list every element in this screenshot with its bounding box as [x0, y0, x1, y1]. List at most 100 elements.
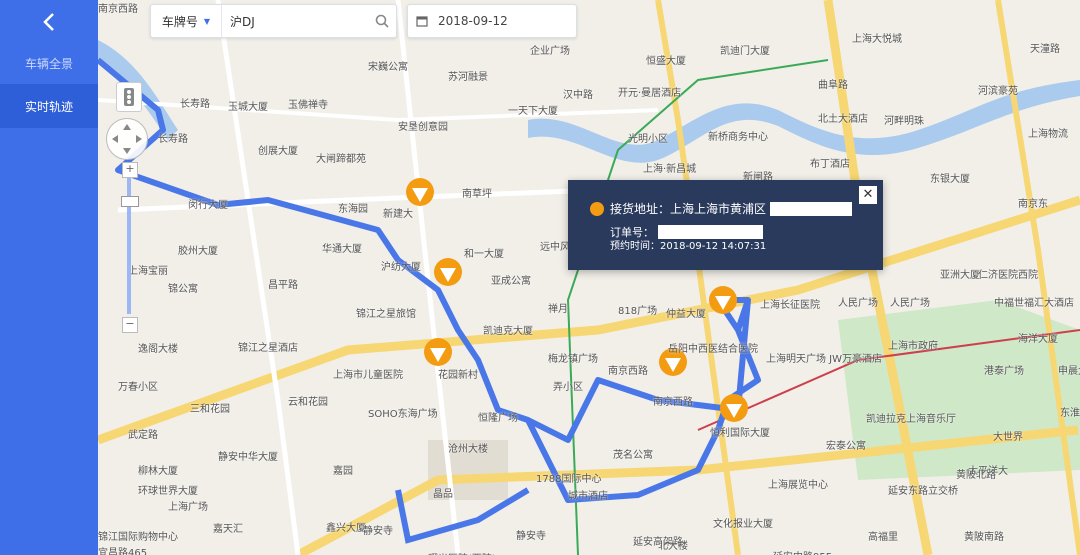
map-poi-label: 嘉天汇	[213, 524, 243, 535]
delivery-marker[interactable]	[406, 178, 434, 206]
map-poi-label: 大世界	[993, 432, 1023, 443]
map-poi-label: 恒隆广场	[478, 413, 518, 424]
map-poi-label: 曲阜路	[818, 80, 848, 91]
map-poi-label: 亚洲大厦	[940, 270, 980, 281]
map-poi-label: 新桥商务中心	[708, 132, 768, 143]
map-poi-label: 远中风	[540, 242, 570, 253]
map-poi-label: 凯迪拉克上海音乐厅	[866, 414, 956, 425]
nav-item-realtime-track[interactable]: 实时轨迹	[0, 84, 98, 128]
date-value: 2018-09-12	[438, 14, 508, 28]
map-poi-label: 上海大悦城	[852, 34, 902, 45]
map-poi-label: 南京西路	[608, 366, 648, 377]
map-poi-label: 新建大	[383, 209, 413, 220]
map-poi-label: 东银大厦	[930, 174, 970, 185]
map-poi-label: 静安寺	[516, 531, 546, 542]
map-poi-label: 晶品	[433, 489, 453, 500]
map-poi-label: 宜昌路465	[98, 548, 148, 555]
map-poi-label: 花园新村	[438, 370, 478, 381]
delivery-marker[interactable]	[434, 258, 462, 286]
nav-item-label: 实时轨迹	[24, 99, 73, 114]
pickup-address-row: 接货地址：上海上海市黄浦区	[590, 200, 853, 217]
zoom-out-button[interactable]: −	[122, 317, 138, 333]
map-poi-label: 茂名公寓	[613, 450, 653, 461]
appointment-time-row: 预约时间：2018-09-12 14:07:31	[610, 237, 766, 252]
map-poi-label: 人民广场	[890, 298, 930, 309]
map-poi-label: 三和花园	[190, 404, 230, 415]
map-poi-label: 高福里	[868, 532, 898, 543]
map-poi-label: 静安中华大厦	[218, 452, 278, 463]
map-poi-label: 嘉园	[333, 466, 353, 477]
map-poi-label: 延安东路立交桥	[888, 486, 958, 497]
map-poi-label: 黄陂南路	[964, 532, 1004, 543]
sidebar: 车辆全景 实时轨迹	[0, 0, 98, 555]
map-poi-label: 弄小区	[553, 382, 583, 393]
traffic-light-icon	[124, 88, 134, 106]
pan-control[interactable]	[106, 118, 148, 160]
map-poi-label: 长寿路	[180, 99, 210, 110]
order-info-popup: ✕ 接货地址：上海上海市黄浦区 订单号： 预约时间：2018-09-12 14:…	[568, 180, 883, 270]
map-poi-label: 人民广场	[838, 298, 878, 309]
map-poi-label: 延安中路955	[773, 548, 832, 555]
zoom-control: + −	[121, 162, 139, 333]
map-poi-label: 凯迪克大厦	[483, 326, 533, 337]
date-picker[interactable]: 2018-09-12	[407, 4, 577, 38]
map-poi-label: 818广场	[618, 306, 658, 317]
map-poi-label: 上海市政府	[888, 341, 938, 352]
map-poi-label: 玉城大厦	[228, 102, 268, 113]
map-poi-label: 仁济医院西院	[978, 270, 1038, 281]
map-poi-label: SOHO东海广场	[368, 409, 438, 420]
map-poi-label: 港泰广场	[984, 366, 1024, 377]
map-poi-label: 宋巍公寓	[368, 62, 408, 73]
map-poi-label: 海洋大厦	[1018, 334, 1058, 345]
redacted-block	[770, 201, 853, 216]
map-poi-label: 长寿路	[158, 134, 188, 145]
map-poi-label: 城市酒店	[568, 491, 608, 502]
map-poi-label: 华通大厦	[322, 244, 362, 255]
traffic-layer-button[interactable]	[116, 82, 142, 112]
plate-search-input[interactable]	[222, 7, 368, 35]
map-poi-label: 沧州大楼	[448, 444, 488, 455]
calendar-icon	[408, 15, 436, 27]
map-canvas[interactable]: 长寿路 长寿路 玉城大厦 玉佛禅寺 宋巍公寓 苏河融景 企业广场 恒盛大厦 凯迪门大厦 上海大悦城…	[98, 0, 1080, 555]
search-icon[interactable]	[368, 14, 396, 28]
delivery-marker[interactable]	[720, 394, 748, 422]
map-poi-label: 万春小区	[118, 382, 158, 393]
map-poi-label: 一天下大厦	[508, 106, 558, 117]
toolbar: 车牌号 ▼ 2018-09-12	[150, 4, 577, 38]
map-poi-label: 申晨大厦	[1058, 366, 1080, 377]
map-controls: + −	[106, 82, 148, 342]
nav-item-vehicle-overview[interactable]: 车辆全景	[0, 41, 98, 85]
map-poi-label: 北大楼	[658, 541, 688, 552]
plate-type-select[interactable]: 车牌号 ▼	[151, 5, 222, 37]
map-poi-label: 上海市儿童医院	[333, 370, 403, 381]
pickup-address-text: 接货地址：上海上海市黄浦区	[610, 202, 767, 216]
map-poi-label: 光明小区	[628, 134, 668, 145]
map-poi-label: 上海物流	[1028, 129, 1068, 140]
map-poi-label: 南京西路	[98, 4, 138, 15]
map-poi-label: 创展大厦	[258, 146, 298, 157]
location-pin-icon	[590, 201, 604, 216]
zoom-slider-thumb[interactable]	[121, 196, 139, 207]
map-poi-label: 仲益大厦	[666, 309, 706, 320]
map-poi-label: 静安寺	[363, 526, 393, 537]
delivery-marker[interactable]	[709, 286, 737, 314]
map-poi-label: 布丁酒店	[810, 159, 850, 170]
map-poi-label: 河畔明珠	[884, 116, 924, 127]
nav-item-label: 车辆全景	[24, 56, 73, 71]
map-poi-label: 昌平路	[268, 280, 298, 291]
map-poi-label: 恒利国际大厦	[710, 428, 770, 439]
map-poi-label: 南京西路	[653, 397, 693, 408]
popup-close-button[interactable]: ✕	[859, 186, 877, 204]
map-poi-label: 南京东	[1018, 199, 1048, 210]
map-poi-label: 禅月	[548, 304, 568, 315]
map-poi-label: 胶州大厦	[178, 246, 218, 257]
map-poi-label: 锦江之星酒店	[238, 343, 298, 354]
map-poi-label: 中福世福汇大酒店	[994, 298, 1074, 309]
map-poi-label: 黄陂北路	[956, 470, 996, 481]
delivery-marker[interactable]	[424, 338, 452, 366]
zoom-in-button[interactable]: +	[122, 162, 138, 178]
back-button[interactable]	[0, 0, 98, 44]
map-poi-label: 玉佛禅寺	[288, 100, 328, 111]
map-poi-label: 东淮海公	[1060, 408, 1080, 419]
map-poi-label: 凯迪门大厦	[720, 46, 770, 57]
